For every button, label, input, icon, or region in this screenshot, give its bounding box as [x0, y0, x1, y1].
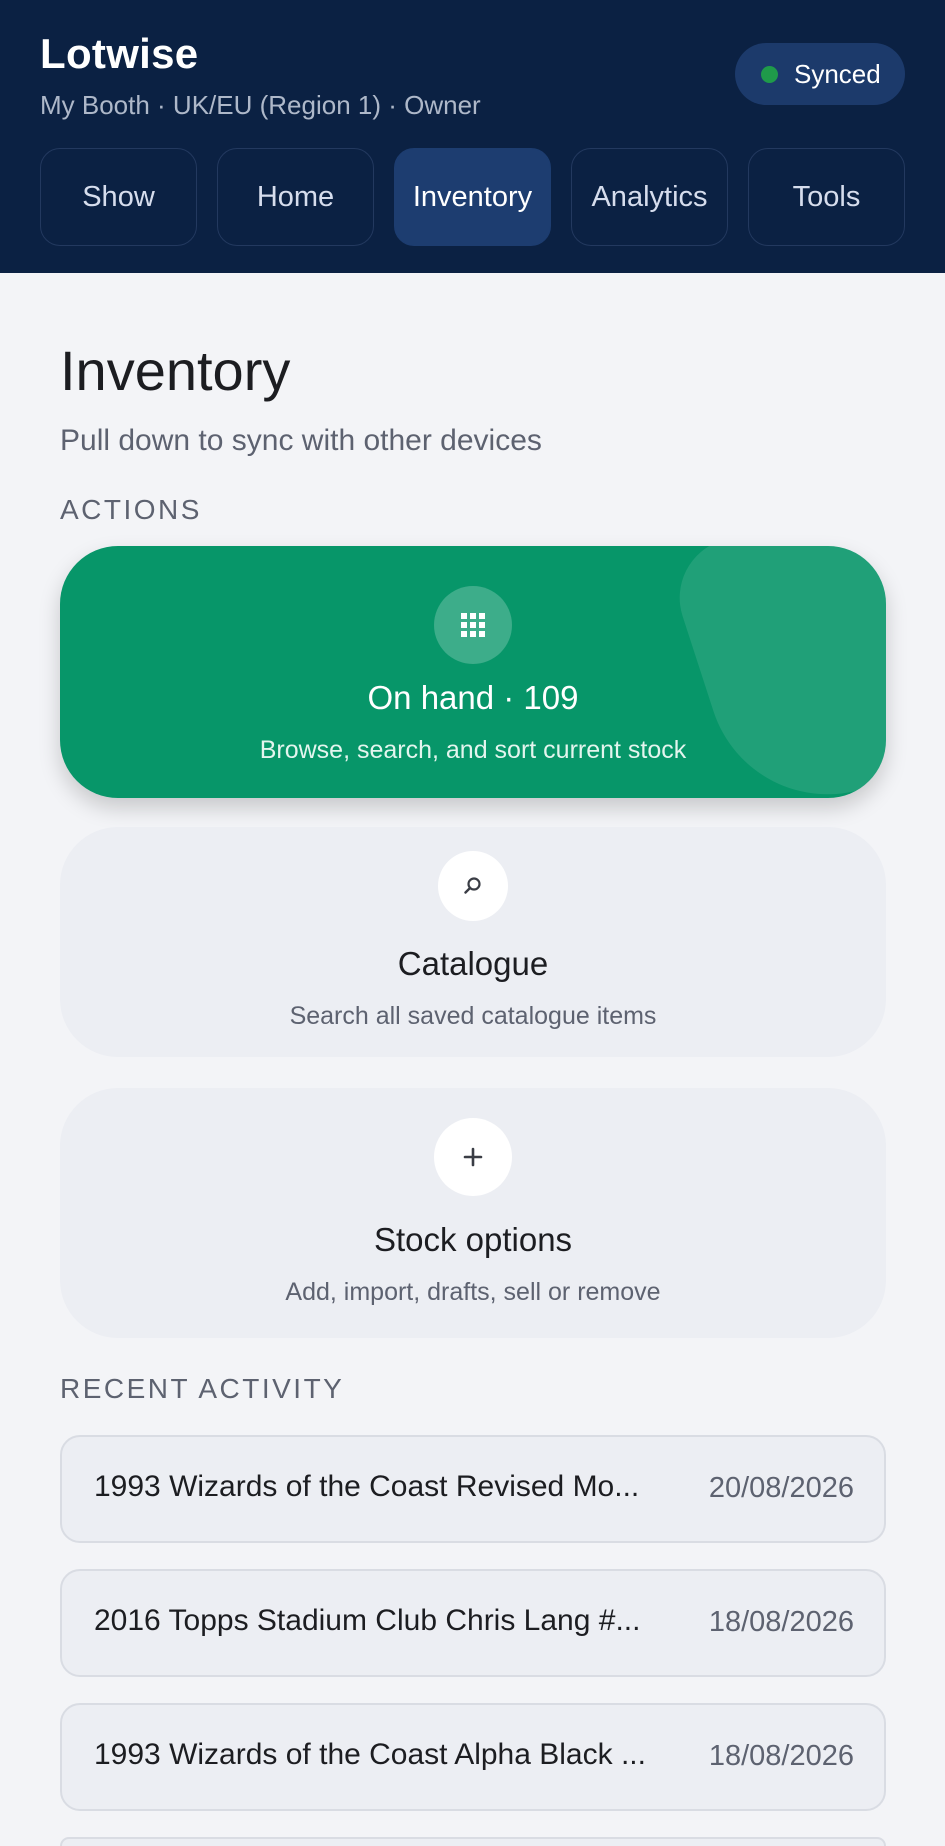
- tab-inventory[interactable]: Inventory: [394, 148, 551, 246]
- recent-activity-section-label: RECENT ACTIVITY: [60, 1373, 345, 1404]
- stock-options-card[interactable]: Stock options Add, import, drafts, sell …: [60, 1088, 886, 1338]
- actions-section-label: ACTIONS: [60, 494, 202, 525]
- recent-activity-row[interactable]: 1993 Wizards of the Coast Alpha Black ..…: [60, 1703, 886, 1811]
- recent-item-name: 2016 Topps Stadium Club Chris Lang #...: [94, 1604, 641, 1637]
- on-hand-title: On hand · 109: [367, 679, 579, 716]
- recent-activity-row[interactable]: 1993 Wizards of the Coast Revised Mo... …: [60, 1435, 886, 1543]
- on-hand-card[interactable]: On hand · 109 Browse, search, and sort c…: [60, 546, 886, 798]
- recent-item-name: 1993 Wizards of the Coast Revised Mo...: [94, 1470, 640, 1503]
- tab-tools[interactable]: Tools: [748, 148, 905, 246]
- tab-analytics[interactable]: Analytics: [571, 148, 728, 246]
- recent-activity-row[interactable]: 2016 Topps Stadium Club Chris Lang #... …: [60, 1569, 886, 1677]
- grid-icon: [434, 586, 512, 664]
- sync-status-dot-icon: [761, 65, 778, 83]
- sync-status-label: Synced: [794, 58, 881, 89]
- catalogue-title: Catalogue: [397, 945, 549, 982]
- catalogue-subtitle: Search all saved catalogue items: [289, 1002, 657, 1030]
- plus-icon: [434, 1118, 512, 1196]
- tab-show[interactable]: Show: [40, 148, 197, 246]
- app-title: Lotwise: [40, 30, 199, 77]
- recent-item-date: 18/08/2026: [708, 1740, 854, 1772]
- account-subtitle: My Booth · UK/EU (Region 1) · Owner: [40, 90, 481, 120]
- tab-home[interactable]: Home: [217, 148, 374, 246]
- main-nav-tabs: Show Home Inventory Analytics Tools: [40, 148, 905, 246]
- stock-options-title: Stock options: [373, 1221, 573, 1258]
- on-hand-subtitle: Browse, search, and sort current stock: [259, 736, 687, 764]
- page-title: Inventory: [60, 339, 291, 402]
- recent-item-date: 20/08/2026: [708, 1472, 854, 1504]
- app-header: Lotwise My Booth · UK/EU (Region 1) · Ow…: [0, 0, 945, 273]
- search-icon: [438, 851, 508, 921]
- catalogue-card[interactable]: Catalogue Search all saved catalogue ite…: [60, 827, 886, 1057]
- sync-status-badge[interactable]: Synced: [735, 43, 905, 105]
- recent-item-name: 1993 Wizards of the Coast Alpha Black ..…: [94, 1738, 646, 1771]
- recent-item-date: 18/08/2026: [708, 1606, 854, 1638]
- page-subtitle: Pull down to sync with other devices: [60, 424, 542, 457]
- stock-options-subtitle: Add, import, drafts, sell or remove: [285, 1278, 661, 1306]
- recent-activity-row-partial[interactable]: [60, 1837, 886, 1846]
